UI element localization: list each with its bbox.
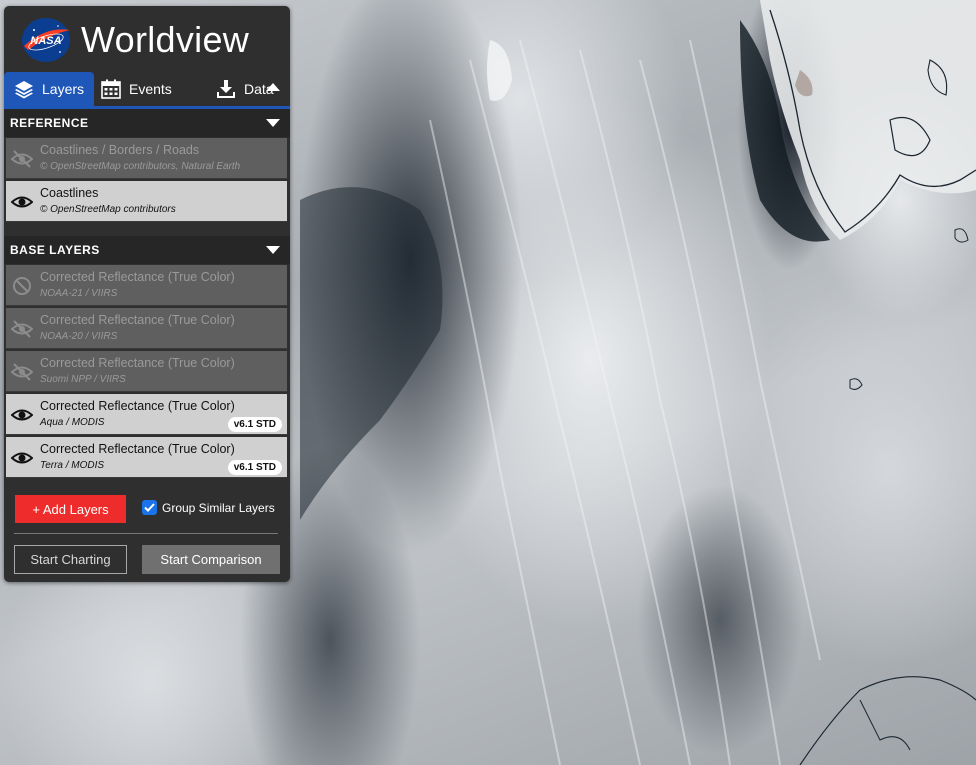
caret-down-icon[interactable] [266, 246, 280, 255]
layer-source: Aqua / MODIS [40, 417, 105, 428]
layer-coastlines[interactable]: Coastlines © OpenStreetMap contributors [6, 181, 287, 222]
layer-source: NOAA-20 / VIIRS [40, 331, 118, 342]
layer-true-color-suomi-npp[interactable]: Corrected Reflectance (True Color) Suomi… [6, 351, 287, 392]
layer-source: © OpenStreetMap contributors, Natural Ea… [40, 161, 241, 172]
eye-slash-icon[interactable] [11, 319, 33, 339]
layer-coastlines-borders-roads[interactable]: Coastlines / Borders / Roads © OpenStree… [6, 138, 287, 179]
tab-events[interactable]: Events [101, 72, 172, 106]
brand-header: NASA Worldview [4, 6, 290, 72]
layer-name: Corrected Reflectance (True Color) [40, 270, 235, 284]
layer-true-color-aqua-modis[interactable]: Corrected Reflectance (True Color) Aqua … [6, 394, 287, 435]
ban-icon[interactable] [11, 276, 33, 296]
section-reference-title: REFERENCE [10, 116, 89, 130]
tab-bar: Layers Events Data [4, 72, 290, 109]
download-icon [217, 80, 235, 98]
eye-icon[interactable] [11, 448, 33, 468]
layer-true-color-terra-modis[interactable]: Corrected Reflectance (True Color) Terra… [6, 437, 287, 478]
layer-true-color-noaa20[interactable]: Corrected Reflectance (True Color) NOAA-… [6, 308, 287, 349]
layer-source: Suomi NPP / VIIRS [40, 374, 126, 385]
layer-name: Coastlines [40, 186, 99, 200]
caret-down-icon[interactable] [266, 119, 280, 128]
eye-slash-icon[interactable] [11, 362, 33, 382]
checkmark-icon [144, 503, 155, 512]
app-title: Worldview [81, 19, 250, 60]
tab-layers[interactable]: Layers [4, 72, 94, 106]
layer-source: NOAA-21 / VIIRS [40, 288, 118, 299]
section-reference-header[interactable]: REFERENCE [4, 109, 290, 137]
layer-name: Corrected Reflectance (True Color) [40, 313, 235, 327]
tab-events-label: Events [129, 81, 172, 97]
section-base-layers-header[interactable]: BASE LAYERS [4, 236, 290, 264]
start-comparison-button[interactable]: Start Comparison [142, 545, 280, 574]
collapse-panel-icon[interactable] [264, 80, 282, 94]
layer-true-color-noaa21[interactable]: Corrected Reflectance (True Color) NOAA-… [6, 265, 287, 306]
layers-sidebar: NASA Worldview Layers Events Data REFERE… [4, 6, 290, 582]
calendar-icon [101, 79, 121, 99]
add-layers-button[interactable]: + Add Layers [15, 495, 126, 523]
layer-name: Corrected Reflectance (True Color) [40, 442, 235, 456]
group-similar-label: Group Similar Layers [162, 500, 275, 515]
start-charting-button[interactable]: Start Charting [14, 545, 127, 574]
layers-icon [15, 81, 33, 99]
nasa-logo[interactable]: NASA [20, 16, 72, 64]
group-similar-layers-toggle[interactable]: Group Similar Layers [142, 500, 275, 515]
group-similar-checkbox[interactable] [142, 500, 157, 515]
layer-source: © OpenStreetMap contributors [40, 204, 176, 215]
divider [14, 533, 278, 534]
layer-name: Corrected Reflectance (True Color) [40, 356, 235, 370]
tab-layers-label: Layers [42, 81, 85, 97]
eye-icon[interactable] [11, 192, 33, 212]
layer-name: Coastlines / Borders / Roads [40, 143, 200, 157]
eye-icon[interactable] [11, 405, 33, 425]
version-badge: v6.1 STD [227, 460, 282, 475]
layer-source: Terra / MODIS [40, 460, 105, 471]
section-base-layers-title: BASE LAYERS [10, 243, 100, 257]
svg-text:NASA: NASA [30, 35, 61, 47]
version-badge: v6.1 STD [227, 417, 282, 432]
layer-name: Corrected Reflectance (True Color) [40, 399, 235, 413]
eye-slash-icon[interactable] [11, 149, 33, 169]
